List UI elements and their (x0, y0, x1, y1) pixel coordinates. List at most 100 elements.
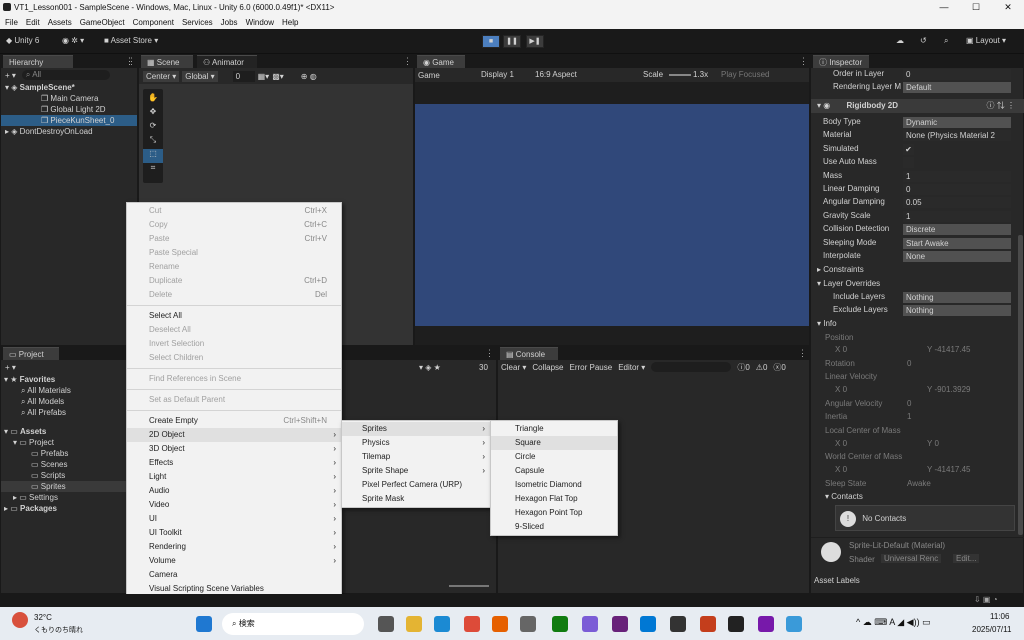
scene-root[interactable]: ▾ ◈ SampleScene* ⋮ (1, 56, 137, 93)
aspect-dropdown[interactable]: 16:9 Aspect (535, 70, 577, 79)
play-button[interactable]: ■ (482, 35, 500, 48)
scale-tool-icon[interactable]: ⤡ (143, 135, 163, 149)
move-tool-icon[interactable]: ✥ (143, 107, 163, 121)
menu-item[interactable]: 2D Object › (127, 428, 341, 442)
maximize-button[interactable]: ☐ (960, 0, 992, 15)
menu-item[interactable]: UI Toolkit › (127, 526, 341, 540)
rb-field-value[interactable]: ✔ (903, 143, 914, 155)
menu-item[interactable]: Video › (127, 498, 341, 512)
visual-studio-icon[interactable] (612, 616, 628, 632)
order-in-layer-field[interactable]: 0 (903, 69, 1011, 80)
rect-tool-icon[interactable]: ⬚ (143, 149, 163, 163)
menu-help[interactable]: Help (282, 18, 298, 27)
collapse-button[interactable]: Collapse (532, 363, 563, 372)
hand-tool-icon[interactable]: ✋ (143, 93, 163, 107)
menu-item[interactable]: Hexagon Point Top (491, 506, 617, 520)
app-icon[interactable] (520, 616, 536, 632)
hierarchy-item-dontdestroyonload[interactable]: ▸ ◈ DontDestroyOnLoad ⋮ (1, 56, 137, 137)
menu-item[interactable]: Select All (127, 309, 341, 323)
menu-item[interactable]: Effects › (127, 456, 341, 470)
system-tray[interactable]: ^ ☁ ⌨ A ◢ ◀)) ▭ (856, 617, 931, 628)
rb-field-value[interactable]: 0.05 (903, 197, 1011, 209)
clear-dropdown[interactable]: Clear ▾ (501, 363, 526, 372)
ime-indicator[interactable]: A (889, 617, 895, 627)
app2-icon[interactable] (786, 616, 802, 632)
more-icon[interactable]: ⋮ (799, 56, 808, 67)
menu-item[interactable]: Hexagon Flat Top (491, 492, 617, 506)
rb-field-value[interactable]: 1 (903, 210, 1011, 222)
start-icon[interactable] (196, 616, 212, 632)
asset-labels[interactable]: Asset Labels (814, 576, 860, 585)
menu-item[interactable]: Circle (491, 450, 617, 464)
weather-icon[interactable] (12, 612, 28, 628)
rb-field-value[interactable]: None (903, 251, 1011, 262)
project-toolbar-icons[interactable]: ▾ ◈ ★ (419, 363, 441, 372)
rb-field-value[interactable]: None (Physics Material 2 (903, 130, 1011, 142)
info-foldout[interactable]: ▾ Info (817, 319, 837, 328)
error-pause-button[interactable]: Error Pause (570, 363, 613, 372)
game-mode-dropdown[interactable]: Game (418, 71, 440, 80)
pivot-dropdown[interactable]: Center ▾ (143, 70, 180, 82)
vscode-icon[interactable] (640, 616, 656, 632)
rb-field-value[interactable]: Start Awake (903, 237, 1011, 249)
rotate-tool-icon[interactable]: ⟳ (143, 121, 163, 135)
search-icon[interactable]: ⌕ (944, 34, 948, 48)
powerpoint-icon[interactable] (700, 616, 716, 632)
xbox-icon[interactable] (552, 616, 568, 632)
cloud-icon[interactable]: ☁ (896, 34, 904, 48)
chatgpt-icon[interactable] (670, 616, 686, 632)
edit-shader-button[interactable]: Edit... (953, 554, 980, 563)
unity-account-button[interactable]: ◆ Unity 6 (6, 34, 39, 48)
menu-item[interactable]: Physics › (342, 436, 490, 450)
unity-taskbar-icon[interactable] (728, 616, 744, 632)
task-view-icon[interactable] (378, 616, 394, 632)
hierarchy-search-input[interactable]: ⌕ All (21, 70, 110, 80)
clock-date[interactable]: 2025/07/11 (972, 625, 1011, 634)
menu-item[interactable]: Camera (127, 568, 341, 582)
more-icon[interactable]: ⋮ (125, 56, 134, 67)
layer-overrides-foldout[interactable]: ▾ Layer Overrides (817, 279, 880, 288)
menu-item[interactable]: 3D Object › (127, 442, 341, 456)
play-focused-dropdown[interactable]: Play Focused (721, 70, 769, 79)
menu-item[interactable]: Audio › (127, 484, 341, 498)
more-icon[interactable]: ⋮ (798, 348, 807, 359)
menu-services[interactable]: Services (182, 18, 213, 27)
tab-scene[interactable]: ▦ Scene (141, 55, 193, 68)
scale-slider[interactable] (669, 74, 691, 76)
menu-item[interactable]: Triangle (491, 422, 617, 436)
editor-dropdown[interactable]: Editor ▾ (618, 363, 645, 372)
status-icons[interactable]: ⇩ ▣ ◔ (974, 595, 998, 604)
scene-view-icon[interactable]: ⊕ ◍ (301, 72, 317, 81)
menu-gameobject[interactable]: GameObject (80, 18, 125, 27)
close-button[interactable]: ✕ (992, 0, 1024, 15)
edge-icon[interactable] (434, 616, 450, 632)
tab-inspector[interactable]: ⓘ Inspector (813, 55, 869, 68)
menu-assets[interactable]: Assets (48, 18, 72, 27)
menu-item[interactable]: Volume › (127, 554, 341, 568)
rb-field-value[interactable]: 1 (903, 170, 1011, 182)
menu-window[interactable]: Window (246, 18, 274, 27)
rendering-layer-dropdown[interactable]: Default (903, 82, 1011, 93)
material-header[interactable]: Sprite-Lit-Default (Material) Shader Uni… (811, 537, 1024, 565)
menu-component[interactable]: Component (133, 18, 174, 27)
chrome-icon[interactable] (464, 616, 480, 632)
warning-count[interactable]: ⚠0 (756, 363, 768, 372)
menu-item[interactable]: Square (491, 436, 617, 450)
account-icon[interactable]: ◉ ✲ ▾ (62, 34, 84, 48)
step-button[interactable]: ▶❚ (526, 35, 544, 48)
menu-item[interactable]: Sprite Shape › (342, 464, 490, 478)
zoom-slider[interactable] (449, 585, 489, 587)
include-layers-dropdown[interactable]: Nothing (903, 292, 1011, 303)
hierarchy-item-main-camera[interactable]: ❒ Main Camera (1, 93, 137, 104)
hierarchy-item-global-light[interactable]: ❒ Global Light 2D (1, 104, 137, 115)
rb-field-value[interactable]: 0 (903, 184, 1011, 195)
error-count[interactable]: ⓧ0 (773, 362, 785, 373)
tab-animator[interactable]: ⚇ Animator (197, 55, 257, 68)
menu-item[interactable]: UI › (127, 512, 341, 526)
menu-item[interactable]: Pixel Perfect Camera (URP) (342, 478, 490, 492)
rb-field-value[interactable]: Dynamic (903, 117, 1011, 128)
add-button[interactable]: + ▾ (5, 363, 16, 372)
component-icons[interactable]: ⓘ ⇅ ⋮ (987, 99, 1015, 113)
more-icon[interactable]: ⋮ (403, 56, 412, 67)
firefox-icon[interactable] (492, 616, 508, 632)
